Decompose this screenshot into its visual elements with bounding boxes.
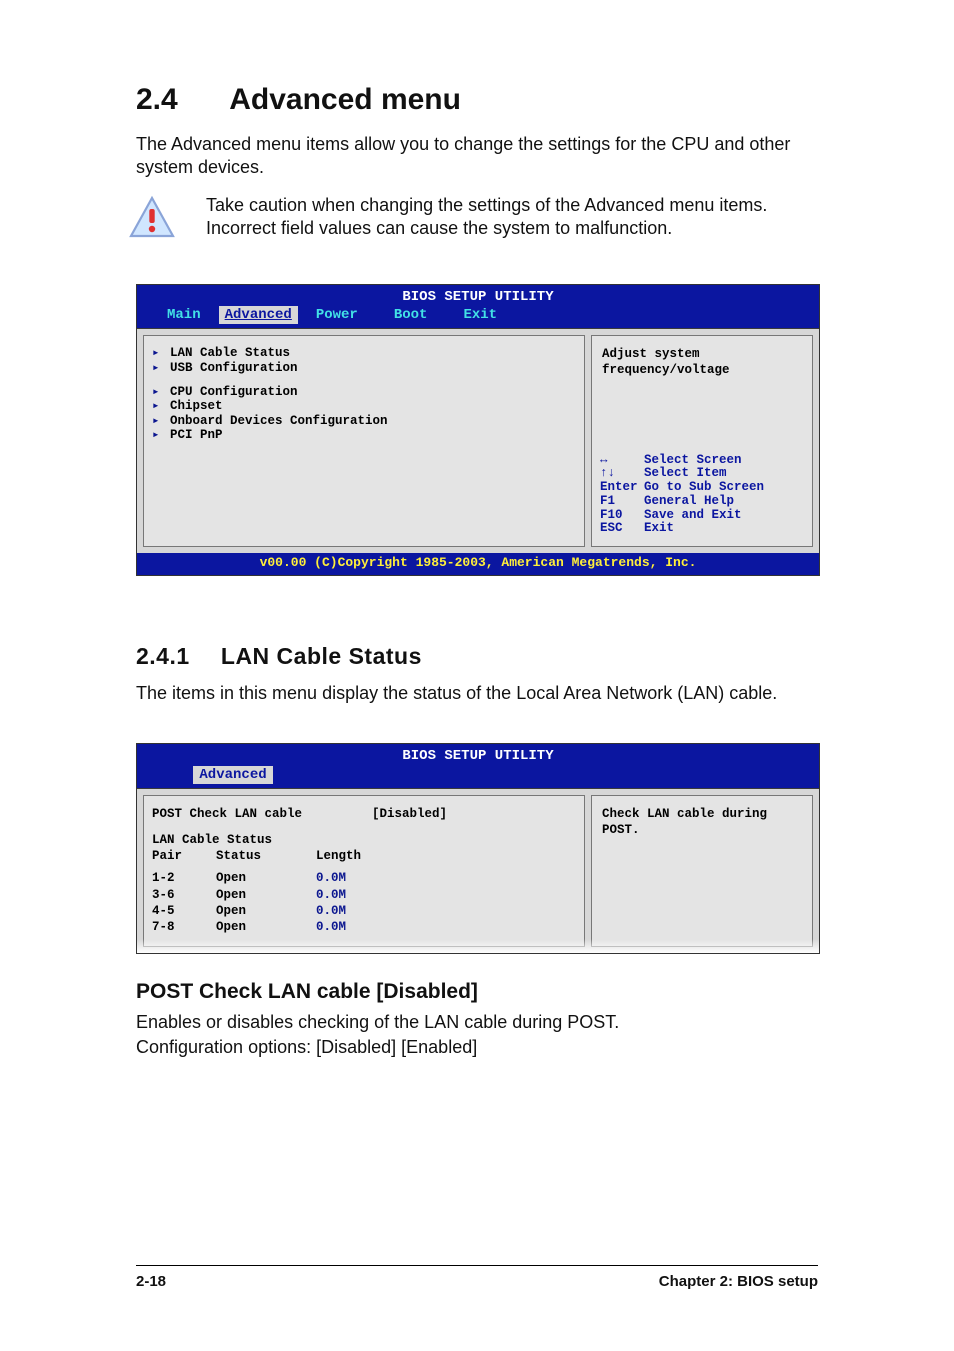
bios-titlebar: BIOS SETUP UTILITY: [137, 285, 819, 306]
bios-tab-main: Main: [149, 306, 219, 324]
bios-item: ▸Onboard Devices Configuration: [152, 414, 576, 428]
bios-tab-advanced: Advanced: [193, 766, 272, 784]
caution-text: Take caution when changing the settings …: [206, 194, 818, 242]
col-length: Length: [316, 848, 396, 864]
col-status: Status: [216, 848, 316, 864]
bios-left-pane: POST Check LAN cable [Disabled] LAN Cabl…: [143, 795, 585, 947]
bios-copyright-footer: v00.00 (C)Copyright 1985-2003, American …: [137, 553, 819, 575]
section-number: 2.4: [136, 80, 222, 119]
page-footer: 2-18 Chapter 2: BIOS setup: [136, 1265, 818, 1292]
bios-advanced-screenshot: BIOS SETUP UTILITY Main Advanced Power B…: [136, 284, 820, 576]
subsection-heading: 2.4.1 LAN Cable Status: [136, 642, 818, 672]
option-config: Configuration options: [Disabled] [Enabl…: [136, 1036, 818, 1059]
bios-item: ▸PCI PnP: [152, 428, 576, 442]
bios-right-pane: Check LAN cable during POST.: [591, 795, 813, 947]
bios-item: ▸Chipset: [152, 399, 576, 413]
option-description: Enables or disables checking of the LAN …: [136, 1011, 818, 1034]
bios-tabs: Main Advanced Power Boot Exit: [137, 306, 819, 328]
bios-field-value: [Disabled]: [372, 806, 576, 822]
submenu-arrow-icon: ▸: [152, 361, 162, 375]
submenu-arrow-icon: ▸: [152, 428, 162, 442]
lan-cable-table: Pair Status Length 1-2Open0.0M 3-6Open0.…: [152, 848, 576, 935]
table-row: 1-2Open0.0M: [152, 870, 576, 886]
page-number: 2-18: [136, 1272, 166, 1292]
bios-tab-advanced: Advanced: [219, 306, 298, 324]
intro-paragraph: The Advanced menu items allow you to cha…: [136, 133, 818, 180]
section-heading: 2.4 Advanced menu: [136, 80, 818, 119]
bios-titlebar: BIOS SETUP UTILITY: [137, 744, 819, 765]
bios-item: ▸LAN Cable Status: [152, 346, 576, 360]
subsection-title: LAN Cable Status: [221, 643, 422, 669]
submenu-arrow-icon: ▸: [152, 385, 162, 399]
bios-lan-screenshot: BIOS SETUP UTILITY . Advanced POST Check…: [136, 743, 820, 953]
bios-key-hints: ↔Select Screen ↑↓Select Item EnterGo to …: [592, 448, 812, 547]
submenu-arrow-icon: ▸: [152, 346, 162, 360]
chapter-label: Chapter 2: BIOS setup: [659, 1272, 818, 1292]
bios-tabs: . Advanced: [137, 766, 819, 788]
caution-block: Take caution when changing the settings …: [128, 194, 818, 242]
option-heading: POST Check LAN cable [Disabled]: [136, 978, 818, 1005]
bios-left-pane: ▸LAN Cable Status ▸USB Configuration ▸CP…: [143, 335, 585, 547]
bios-tab-boot: Boot: [376, 306, 446, 324]
bios-tab-exit: Exit: [445, 306, 515, 324]
subsection-intro: The items in this menu display the statu…: [136, 682, 818, 705]
section-title: Advanced menu: [229, 83, 461, 116]
bios-help-text: Adjust system frequency/voltage: [592, 336, 812, 379]
bios-item: ▸USB Configuration: [152, 361, 576, 375]
bios-field-row: POST Check LAN cable [Disabled]: [152, 806, 576, 822]
bios-right-pane: Adjust system frequency/voltage ↔Select …: [591, 335, 813, 547]
table-row: 4-5Open0.0M: [152, 903, 576, 919]
submenu-arrow-icon: ▸: [152, 414, 162, 428]
bios-item: ▸CPU Configuration: [152, 385, 576, 399]
table-row: 3-6Open0.0M: [152, 887, 576, 903]
bios-tab-power: Power: [298, 306, 376, 324]
bios-table-title: LAN Cable Status: [152, 832, 576, 848]
subsection-number: 2.4.1: [136, 642, 214, 672]
submenu-arrow-icon: ▸: [152, 399, 162, 413]
bios-help-text: Check LAN cable during POST.: [592, 796, 812, 839]
col-pair: Pair: [152, 848, 216, 864]
table-row: 7-8Open0.0M: [152, 919, 576, 935]
bios-field-name: POST Check LAN cable: [152, 806, 372, 822]
caution-icon: [128, 194, 176, 242]
